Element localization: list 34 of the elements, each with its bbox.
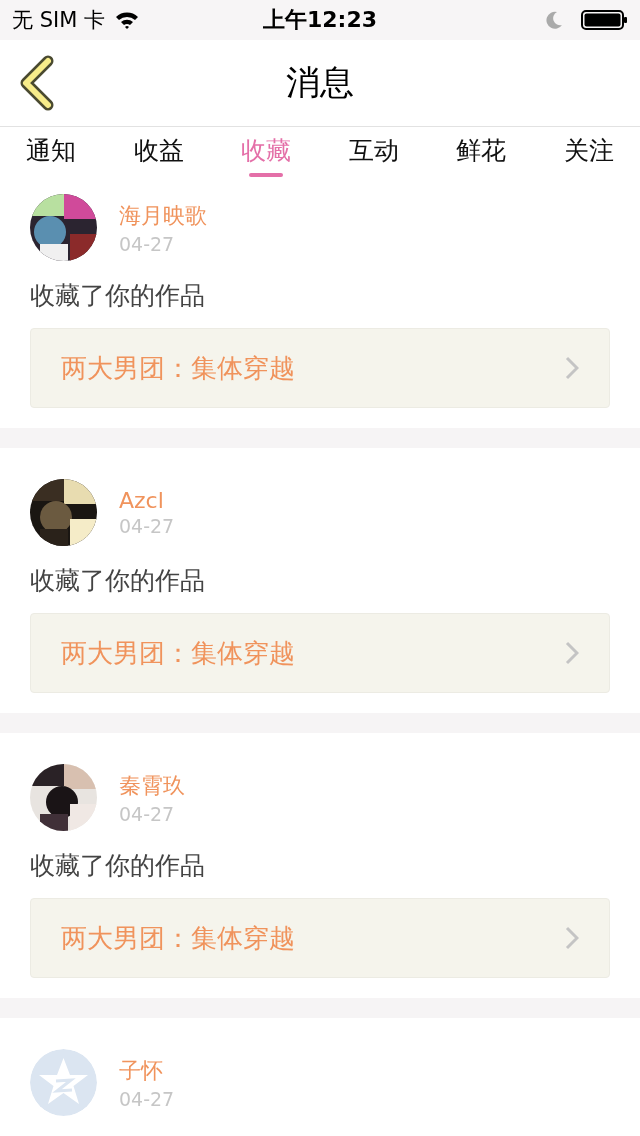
user-name[interactable]: 海月映歌 [119,200,207,231]
work-link-card[interactable]: 两大男团：集体穿越 [30,328,610,408]
tab[interactable]: 收藏 [241,127,292,178]
work-link-card[interactable]: 两大男团：集体穿越 [30,613,610,693]
moon-icon [545,11,563,29]
clock-time: 上午12:23 [263,7,377,32]
tab[interactable]: 鲜花 [456,127,507,178]
message-text: 收藏了你的作品 [30,280,206,312]
tab[interactable]: 关注 [563,127,614,178]
work-title: 两大男团：集体穿越 [61,636,295,670]
user-name[interactable]: 秦霄玖 [119,770,185,801]
work-link-card[interactable]: 两大男团：集体穿越 [30,898,610,978]
message-date: 04-27 [119,1087,175,1110]
message-date: 04-27 [119,802,176,825]
chevron-right-icon [565,926,579,950]
tab[interactable]: 互动 [348,127,399,178]
work-title: 两大男团：集体穿越 [61,921,295,955]
carrier-label: 无 SIM 卡 [12,7,105,34]
back-button[interactable] [18,55,56,111]
chevron-right-icon [565,356,579,380]
user-name[interactable]: Azcl [119,488,175,513]
user-name[interactable]: 子怀 [119,1055,175,1086]
message-date: 04-27 [119,232,176,255]
message-date: 04-27 [119,515,175,537]
battery-icon [581,10,628,30]
tab[interactable]: 通知 [26,127,76,178]
tab[interactable]: 收益 [133,127,184,178]
work-title: 两大男团：集体穿越 [61,351,295,385]
message-text: 收藏了你的作品 [30,850,206,882]
chevron-right-icon [565,641,579,665]
star-avatar-icon [30,1049,97,1116]
wifi-icon [115,11,139,29]
page-title: 消息 [286,61,354,104]
message-text: 收藏了你的作品 [30,565,206,597]
